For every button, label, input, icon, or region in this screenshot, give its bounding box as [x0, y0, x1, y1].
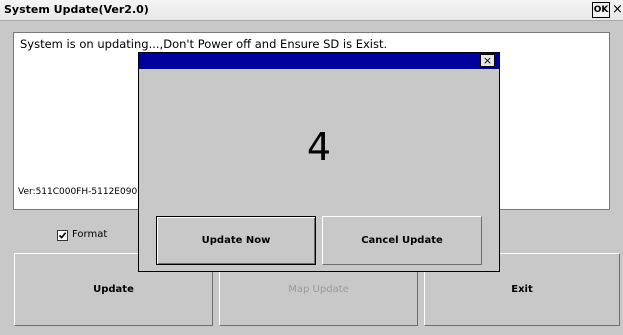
version-text: Ver:511C000FH-5112E0907 — [18, 187, 143, 197]
update-now-button[interactable]: Update Now — [156, 216, 316, 265]
format-label: Format — [72, 229, 108, 240]
system-update-window: System Update(Ver2.0) OK × System is on … — [0, 0, 623, 335]
format-checkbox[interactable] — [57, 230, 68, 241]
countdown-number: 4 — [306, 125, 332, 169]
dialog-close-icon[interactable]: × — [480, 54, 495, 67]
window-title: System Update(Ver2.0) — [4, 3, 149, 16]
status-message: System is on updating...,Don't Power off… — [20, 37, 388, 51]
title-bar: System Update(Ver2.0) OK × — [0, 0, 623, 21]
ok-button[interactable]: OK — [592, 2, 610, 18]
dialog-title-bar: × — [139, 53, 499, 69]
checkmark-icon — [58, 232, 67, 239]
close-icon[interactable]: × — [612, 1, 623, 18]
countdown-dialog: × 4 Update Now Cancel Update — [138, 52, 500, 272]
cancel-update-button[interactable]: Cancel Update — [322, 216, 482, 265]
